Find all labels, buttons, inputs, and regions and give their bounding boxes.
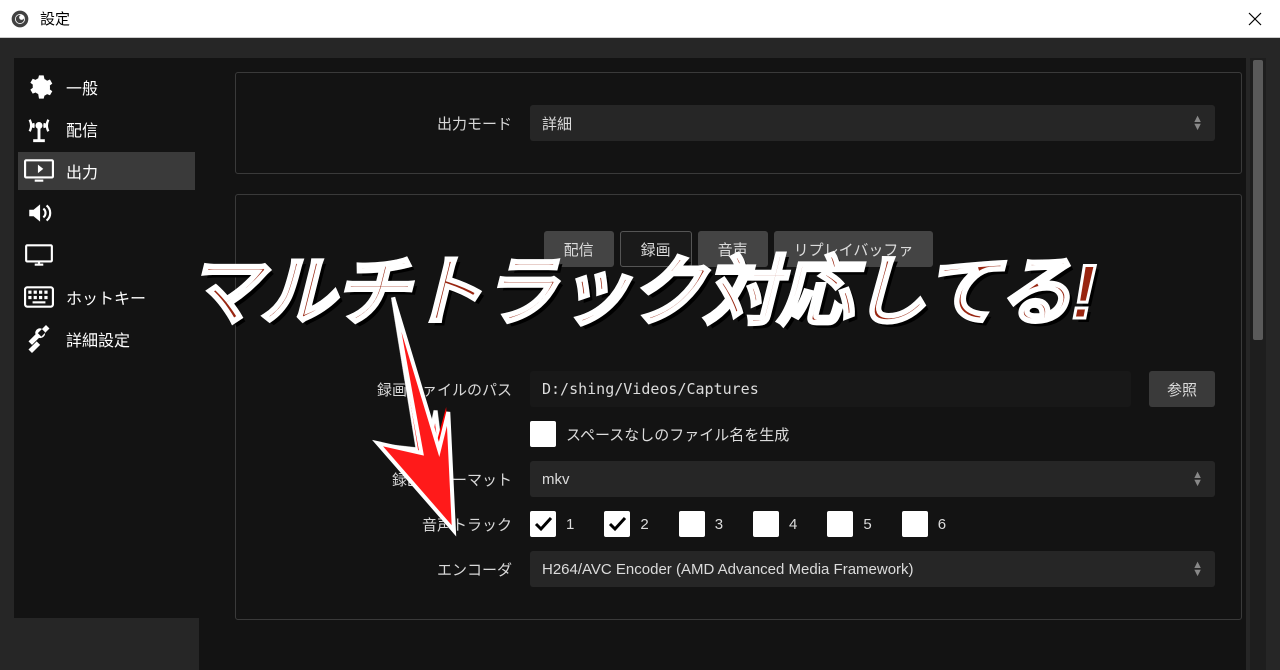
audio-track-group: 1 2 3 bbox=[530, 511, 964, 537]
settings-panel: 出力モード 詳細 ▲▼ 配信 録画 音声 リプレイバッファ 録画ファイ bbox=[199, 58, 1246, 670]
sidebar-item-advanced[interactable]: 詳細設定 bbox=[18, 320, 195, 358]
tab-replay-buffer[interactable]: リプレイバッファ bbox=[774, 231, 934, 267]
scroll-thumb[interactable] bbox=[1253, 60, 1263, 340]
audio-track-label: 音声トラック bbox=[262, 514, 512, 535]
output-mode-label: 出力モード bbox=[262, 113, 512, 134]
broadcast-icon bbox=[24, 115, 54, 143]
audio-track-6: 6 bbox=[902, 511, 946, 537]
tools-icon bbox=[24, 325, 54, 353]
select-arrows-icon: ▲▼ bbox=[1192, 471, 1203, 487]
select-arrows-icon: ▲▼ bbox=[1192, 561, 1203, 577]
sidebar: 一般 配信 出力 bbox=[14, 58, 199, 618]
encoder-label: エンコーダ bbox=[262, 559, 512, 580]
tab-recording[interactable]: 録画 bbox=[620, 231, 692, 267]
recording-path-input[interactable]: D:/shing/Videos/Captures bbox=[530, 371, 1131, 407]
audio-icon bbox=[24, 199, 54, 227]
recording-format-label: 録画フォーマット bbox=[262, 469, 512, 490]
sidebar-item-general[interactable]: 一般 bbox=[18, 68, 195, 106]
sidebar-item-hotkeys[interactable]: ホットキー bbox=[18, 278, 195, 316]
output-mode-section: 出力モード 詳細 ▲▼ bbox=[235, 72, 1242, 174]
sidebar-item-audio[interactable] bbox=[18, 194, 195, 232]
audio-track-5-checkbox[interactable] bbox=[827, 511, 853, 537]
tab-stream[interactable]: 配信 bbox=[544, 231, 614, 267]
no-space-filename-label: スペースなしのファイル名を生成 bbox=[566, 424, 789, 445]
video-icon bbox=[24, 241, 54, 269]
sidebar-item-stream[interactable]: 配信 bbox=[18, 110, 195, 148]
output-icon bbox=[24, 157, 54, 185]
sidebar-item-label: ホットキー bbox=[66, 285, 146, 309]
recording-path-label: 録画ファイルのパス bbox=[262, 379, 512, 400]
encoder-select[interactable]: H264/AVC Encoder (AMD Advanced Media Fra… bbox=[530, 551, 1215, 587]
recording-section: 配信 録画 音声 リプレイバッファ 録画ファイルのパス D:/shing/Vid… bbox=[235, 194, 1242, 620]
main-area: 出力モード 詳細 ▲▼ 配信 録画 音声 リプレイバッファ 録画ファイ bbox=[199, 58, 1266, 670]
scrollbar[interactable] bbox=[1250, 58, 1266, 670]
window-title: 設定 bbox=[40, 8, 70, 29]
audio-track-1-checkbox[interactable] bbox=[530, 511, 556, 537]
output-tabs: 配信 録画 音声 リプレイバッファ bbox=[262, 213, 1215, 267]
sidebar-item-output[interactable]: 出力 bbox=[18, 152, 195, 190]
audio-track-6-checkbox[interactable] bbox=[902, 511, 928, 537]
gear-icon bbox=[24, 73, 54, 101]
audio-track-4-checkbox[interactable] bbox=[753, 511, 779, 537]
keyboard-icon bbox=[24, 283, 54, 311]
titlebar: 設定 bbox=[0, 0, 1280, 38]
sidebar-item-label: 一般 bbox=[66, 75, 98, 99]
browse-button[interactable]: 参照 bbox=[1149, 371, 1215, 407]
select-arrows-icon: ▲▼ bbox=[1192, 115, 1203, 131]
tab-audio[interactable]: 音声 bbox=[698, 231, 768, 267]
sidebar-item-label: 詳細設定 bbox=[66, 327, 130, 351]
sidebar-item-label: 出力 bbox=[66, 159, 98, 183]
no-space-filename-checkbox[interactable] bbox=[530, 421, 556, 447]
sidebar-item-label: 配信 bbox=[66, 117, 98, 141]
output-mode-value: 詳細 bbox=[542, 113, 572, 134]
audio-track-3: 3 bbox=[679, 511, 723, 537]
audio-track-1: 1 bbox=[530, 511, 574, 537]
audio-track-2-checkbox[interactable] bbox=[604, 511, 630, 537]
close-button[interactable] bbox=[1230, 0, 1280, 38]
app-icon bbox=[10, 9, 30, 29]
app-body: 一般 配信 出力 bbox=[0, 38, 1280, 670]
sidebar-item-video[interactable] bbox=[18, 236, 195, 274]
audio-track-5: 5 bbox=[827, 511, 871, 537]
recording-format-select[interactable]: mkv ▲▼ bbox=[530, 461, 1215, 497]
audio-track-4: 4 bbox=[753, 511, 797, 537]
audio-track-3-checkbox[interactable] bbox=[679, 511, 705, 537]
output-mode-select[interactable]: 詳細 ▲▼ bbox=[530, 105, 1215, 141]
audio-track-2: 2 bbox=[604, 511, 648, 537]
